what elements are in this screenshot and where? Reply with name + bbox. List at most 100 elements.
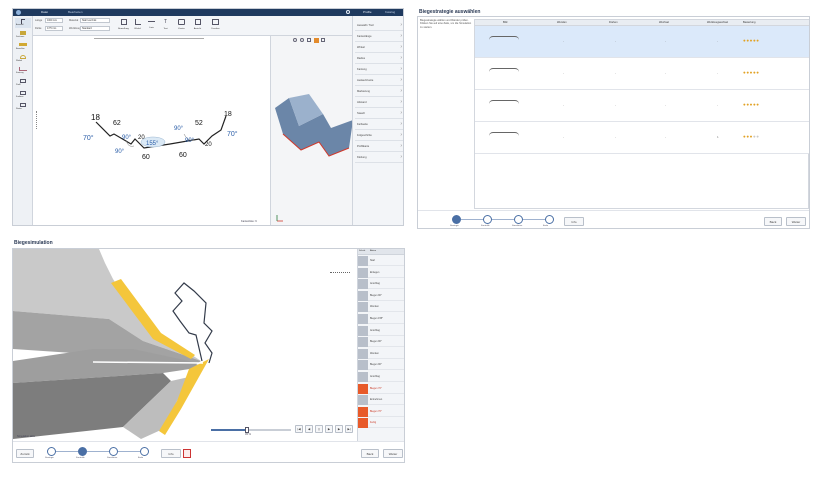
text-tool-button[interactable]: T Text <box>159 17 172 34</box>
property-item[interactable]: Markierung › <box>355 88 403 97</box>
first-step-icon[interactable]: |◀ <box>295 425 303 433</box>
step-1-label: Strategie <box>450 225 459 227</box>
simulation-back-left-button[interactable]: Zurück <box>16 449 34 458</box>
simulation-step-item[interactable]: Wenden <box>358 348 404 359</box>
tool-select[interactable]: Standard <box>80 26 110 31</box>
simulation-step-label: Fertig <box>370 421 377 425</box>
rating-stars: ●●●●● <box>743 70 760 75</box>
simulation-step-label: Biegen 155° <box>370 317 384 320</box>
property-item[interactable]: Kantenlänge › <box>355 33 403 42</box>
simulation-step-item[interactable]: Entnehmen <box>358 395 404 406</box>
angle-tool-button[interactable]: Winkel <box>131 17 144 34</box>
step-1-circle[interactable] <box>47 447 56 456</box>
step-4-circle[interactable] <box>545 215 554 224</box>
left-tool-grid-label: Raster <box>16 108 22 110</box>
step-connector <box>118 451 140 452</box>
strategy-next-button[interactable]: Weiter <box>786 217 806 226</box>
property-item[interactable]: Auswahl / Tool › <box>355 22 403 31</box>
simulation-step-item[interactable]: Fertig <box>358 418 404 429</box>
step-3-circle[interactable] <box>109 447 118 456</box>
star-icon: ● <box>749 134 753 139</box>
simulation-back-button[interactable]: Back <box>361 449 379 458</box>
simulation-step-item[interactable]: Anschlag <box>358 325 404 336</box>
strategy-info-button[interactable]: Info <box>564 217 584 226</box>
property-item[interactable]: Winkel › <box>355 44 403 53</box>
simulation-next-button[interactable]: Weiter <box>383 449 403 458</box>
print-tool-button[interactable]: Drucken <box>209 17 222 34</box>
step-1-circle[interactable] <box>452 215 461 224</box>
simulation-step-item[interactable]: Biegen 90° <box>358 337 404 348</box>
strategy-back-button[interactable]: Back <box>764 217 782 226</box>
left-tool-bend-label: Kantung <box>16 72 24 74</box>
simulation-step-item[interactable]: Anschlag <box>358 279 404 290</box>
angle-90-a: 90° <box>122 135 132 141</box>
simulation-info-button[interactable]: Info <box>161 449 181 458</box>
search-icon[interactable] <box>346 10 350 14</box>
left-tool-grid[interactable]: Raster <box>15 102 31 112</box>
drawing-canvas[interactable]: 18 62 52 18 70° 70° 90° 20 155° 90° 90° … <box>34 36 270 225</box>
next-step-icon[interactable]: ▶ <box>325 425 333 433</box>
right-tab-profile[interactable]: Profile <box>363 10 372 14</box>
line-tool-button[interactable]: Linie <box>145 17 158 34</box>
property-item[interactable]: Profilkante › <box>355 143 403 152</box>
dimension-tool-button[interactable]: Bemaßung <box>117 17 130 34</box>
strategy-thumbnail <box>489 36 519 46</box>
strategy-row[interactable]: - - - - ●●●●● <box>475 90 809 122</box>
simulation-step-item[interactable]: Biegen 70° <box>358 406 404 417</box>
left-tool-angle[interactable]: Winkel <box>15 54 31 64</box>
left-tool-draw[interactable]: Zeichnen <box>15 30 31 40</box>
view-tool-button[interactable]: Ansicht <box>191 17 204 34</box>
property-item[interactable]: Folgeschritte › <box>355 132 403 141</box>
step-4-circle[interactable] <box>140 447 149 456</box>
thickness-field[interactable]: 0.75 mm <box>45 26 63 31</box>
simulation-progress-track[interactable] <box>211 427 291 433</box>
simulation-step-item[interactable]: Start <box>358 256 404 266</box>
toolbar: Länge 1000 mm Dicke 0.75 mm Material Sta… <box>13 16 352 36</box>
left-tool-dimension[interactable]: Bemaßen <box>15 42 31 52</box>
property-item[interactable]: Kantung › <box>355 66 403 75</box>
simulation-step-item[interactable]: Einlegen <box>358 267 404 278</box>
material-select[interactable]: Stahl verzinkt <box>80 18 110 23</box>
3d-view[interactable]: Kantenliste: 9 <box>241 36 353 225</box>
length-field[interactable]: 1000 mm <box>45 18 63 23</box>
right-tab-catalog[interactable]: Katalog <box>385 10 395 14</box>
simulation-step-label: Wenden <box>370 305 379 309</box>
step-2-circle[interactable] <box>483 215 492 224</box>
simulation-step-item[interactable]: Biegen 155° <box>358 314 404 324</box>
step-2-circle[interactable] <box>78 447 87 456</box>
play-icon[interactable]: ▶ <box>335 425 343 433</box>
simulation-step-item[interactable]: Biegen 90° <box>358 360 404 371</box>
left-tool-select[interactable]: Auswahl <box>15 18 31 28</box>
last-step-icon[interactable]: ▶| <box>345 425 353 433</box>
simulation-step-item[interactable]: Wenden <box>358 302 404 313</box>
simulation-viewport[interactable]: Simulation aktiv 45 % |◀ ◀ || ▶ ▶ ▶| <box>13 249 357 441</box>
stop-icon[interactable] <box>183 449 191 458</box>
simulation-step-item[interactable]: Anschlag <box>358 372 404 382</box>
left-tool-profile[interactable]: Profil <box>15 78 31 88</box>
chevron-right-icon: › <box>400 121 402 127</box>
contour-tool-button[interactable]: Kontur <box>175 17 188 34</box>
left-tool-freeform[interactable]: Freiform <box>15 90 31 100</box>
pause-icon[interactable]: || <box>315 425 323 433</box>
property-item[interactable]: Auslauf-Kante › <box>355 77 403 86</box>
step-3-label: Simulation <box>107 457 118 459</box>
menu-item-file[interactable]: Datei <box>41 10 48 14</box>
property-item[interactable]: Radius › <box>355 55 403 64</box>
property-item[interactable]: Klebung › <box>355 154 403 163</box>
star-icon: ● <box>746 38 750 43</box>
strategy-row[interactable]: - - - - ●●●●● <box>475 26 809 58</box>
simulation-step-item[interactable]: Biegen 70° <box>358 383 404 394</box>
left-tool-bend[interactable]: Kantung <box>15 66 31 76</box>
prev-step-icon[interactable]: ◀ <box>305 425 313 433</box>
step-3-circle[interactable] <box>514 215 523 224</box>
menu-item-edit[interactable]: Bearbeiten <box>68 10 83 14</box>
property-item[interactable]: Farbseite › <box>355 121 403 130</box>
property-item[interactable]: Abstand › <box>355 99 403 108</box>
strategy-row[interactable]: - - -1 ●●●●● <box>475 122 809 154</box>
simulation-step-item[interactable]: Biegen 90° <box>358 290 404 301</box>
strategy-row[interactable]: - - - - ●●●●● <box>475 58 809 90</box>
simulation-step-label: Entnehmen <box>370 398 383 402</box>
simulation-step-number <box>358 348 368 359</box>
property-item[interactable]: Stauch › <box>355 110 403 119</box>
simulation-progress-fill <box>211 429 247 431</box>
